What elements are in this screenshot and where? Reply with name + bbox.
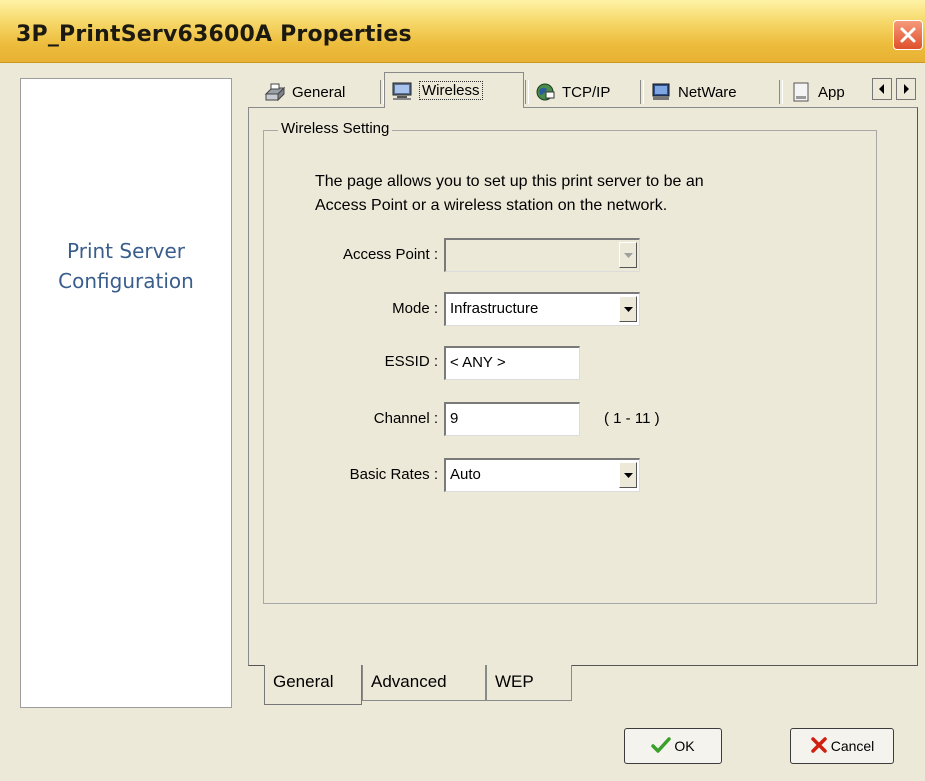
ok-button[interactable]: OK [624,728,722,764]
subtab-wep-label: WEP [495,672,534,691]
document-icon [790,82,812,102]
arrow-right-icon [904,84,909,94]
arrow-left-icon [879,84,884,94]
essid-value: < ANY > [450,354,506,371]
banner-panel: Print Server Configuration [20,78,232,708]
mode-value: Infrastructure [450,300,539,317]
tab-tcpip-label: TCP/IP [562,83,611,101]
mode-label: Mode : [392,300,438,317]
chevron-down-icon [624,473,633,478]
chevron-down-icon [624,307,633,312]
tab-general-label: General [292,83,346,101]
properties-dialog: 3P_PrintServ63600A Properties Print Serv… [0,0,925,781]
chevron-down-icon [624,253,633,258]
mode-dropdown-button[interactable] [619,296,637,322]
subtab-general-label: General [273,672,334,691]
tab-netware-label: NetWare [678,83,737,101]
close-button[interactable] [893,20,923,50]
tab-general[interactable]: General [258,76,345,108]
banner-text: Print Server Configuration [21,236,231,296]
ok-label: OK [674,738,695,754]
subtab-general[interactable]: General [264,665,362,705]
tab-app[interactable]: App [784,76,870,108]
essid-label: ESSID : [384,353,438,370]
basic-rates-label: Basic Rates : [349,466,438,483]
description-text: The page allows you to set up this print… [315,170,875,218]
access-point-select[interactable] [444,238,640,272]
channel-value: 9 [450,410,459,427]
close-icon [900,27,916,43]
tab-app-label: App [818,83,845,101]
cancel-label: Cancel [830,738,875,754]
mode-select[interactable]: Infrastructure [444,292,640,326]
banner-line-2: Configuration [58,269,194,293]
basic-rates-dropdown-button[interactable] [619,462,637,488]
group-title: Wireless Setting [278,120,393,137]
subtab-wep[interactable]: WEP [486,665,572,701]
channel-label: Channel : [373,410,438,427]
subtab-advanced-label: Advanced [371,672,447,691]
computer-icon [391,81,413,101]
tab-netware[interactable]: NetWare [644,76,737,108]
tab-tcpip[interactable]: TCP/IP [528,76,610,108]
access-point-label: Access Point : [342,246,438,263]
basic-rates-value: Auto [450,466,481,483]
tab-divider [779,80,783,104]
subtab-advanced[interactable]: Advanced [362,665,486,701]
tab-scroll-right-button[interactable] [896,78,916,100]
tab-scroll-left-button[interactable] [872,78,892,100]
basic-rates-select[interactable]: Auto [444,458,640,492]
channel-range-hint: ( 1 - 11 ) [604,410,660,427]
netware-icon [650,82,672,102]
description-line-2: Access Point or a wireless station on th… [315,197,668,214]
description-line-1: The page allows you to set up this print… [315,173,704,190]
cancel-x-icon [810,736,828,757]
channel-input[interactable]: 9 [444,402,580,436]
window-title: 3P_PrintServ63600A Properties [16,22,412,47]
checkmark-icon [651,736,672,756]
cancel-button[interactable]: Cancel [790,728,894,764]
tab-wireless[interactable]: Wireless [384,72,524,108]
essid-input[interactable]: < ANY > [444,346,580,380]
banner-line-1: Print Server [67,239,185,263]
access-point-dropdown-button[interactable] [619,242,637,268]
network-globe-icon [534,82,556,102]
tab-wireless-label: Wireless [419,81,483,100]
printer-icon [264,82,286,102]
title-bar[interactable]: 3P_PrintServ63600A Properties [0,0,925,63]
